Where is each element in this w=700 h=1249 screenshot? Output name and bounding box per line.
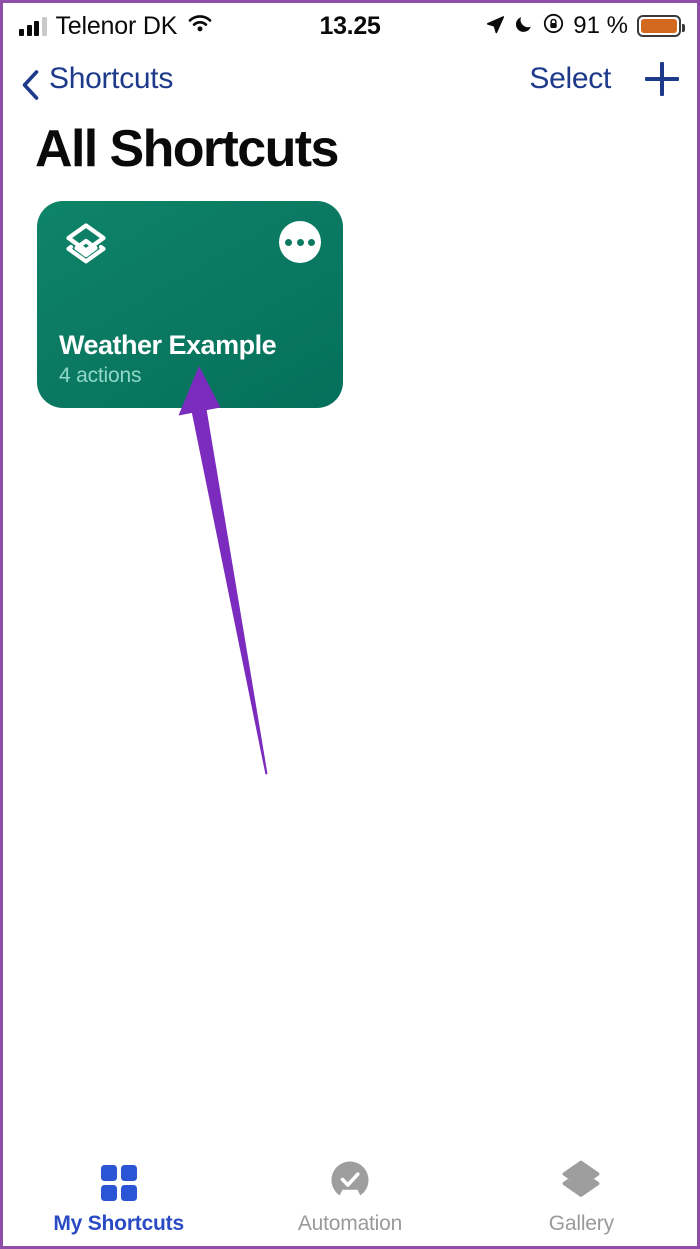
tab-icon-wrap	[100, 1161, 137, 1205]
ellipsis-dot	[308, 238, 315, 246]
status-bar-right: 91 %	[381, 12, 685, 40]
carrier-label: Telenor DK	[55, 11, 178, 40]
shortcut-action-count: 4 actions	[59, 364, 142, 387]
status-bar-left: Telenor DK	[19, 12, 319, 41]
shortcut-card-footer: Weather Example 4 actions	[59, 330, 321, 388]
tab-label-my-shortcuts: My Shortcuts	[53, 1211, 184, 1235]
status-bar: Telenor DK 13.25 91 %	[3, 3, 697, 49]
grid-2x2-icon	[100, 1164, 137, 1201]
shortcuts-grid: Weather Example 4 actions	[37, 201, 663, 408]
wifi-icon	[186, 13, 214, 39]
tab-bar: My Shortcuts Automation Gallery	[3, 1150, 697, 1246]
phone-screen: Telenor DK 13.25 91 % Shortcuts Select A…	[0, 0, 700, 1249]
tab-automation[interactable]: Automation	[234, 1150, 465, 1246]
rotation-lock-icon	[543, 13, 564, 39]
back-button-label: Shortcuts	[49, 62, 174, 95]
tab-label-automation: Automation	[297, 1211, 403, 1235]
moon-do-not-disturb-icon	[514, 14, 534, 39]
ellipsis-dot	[296, 238, 304, 246]
select-button[interactable]: Select	[529, 62, 611, 96]
checkmark-circle-icon	[329, 1159, 371, 1206]
status-bar-center: 13.25	[319, 12, 380, 41]
location-arrow-icon	[485, 14, 505, 39]
chevron-left-icon	[21, 69, 40, 100]
tab-my-shortcuts[interactable]: My Shortcuts	[3, 1150, 234, 1246]
cellular-signal-icon	[19, 16, 47, 36]
back-button[interactable]: Shortcuts	[21, 62, 174, 100]
annotation-arrow	[178, 366, 268, 775]
tab-gallery[interactable]: Gallery	[466, 1150, 697, 1246]
tab-icon-wrap	[560, 1159, 602, 1206]
clock-label: 13.25	[319, 11, 381, 40]
tab-icon-wrap	[329, 1161, 371, 1205]
shortcut-card-weather-example[interactable]: Weather Example 4 actions	[37, 201, 343, 408]
page-title: All Shortcuts	[35, 120, 339, 178]
tab-label-gallery: Gallery	[548, 1211, 614, 1235]
battery-icon	[637, 15, 685, 37]
shortcut-card-header	[59, 221, 321, 273]
navigation-bar: Shortcuts Select	[3, 49, 697, 109]
battery-percent-label: 91 %	[573, 12, 628, 39]
add-shortcut-button[interactable]	[645, 62, 679, 96]
stacked-layers-filled-icon	[560, 1159, 602, 1206]
shortcut-more-button[interactable]	[279, 221, 321, 263]
ellipsis-dot	[285, 238, 292, 246]
shortcut-title: Weather Example	[59, 329, 277, 360]
stacked-layers-icon	[59, 221, 113, 273]
